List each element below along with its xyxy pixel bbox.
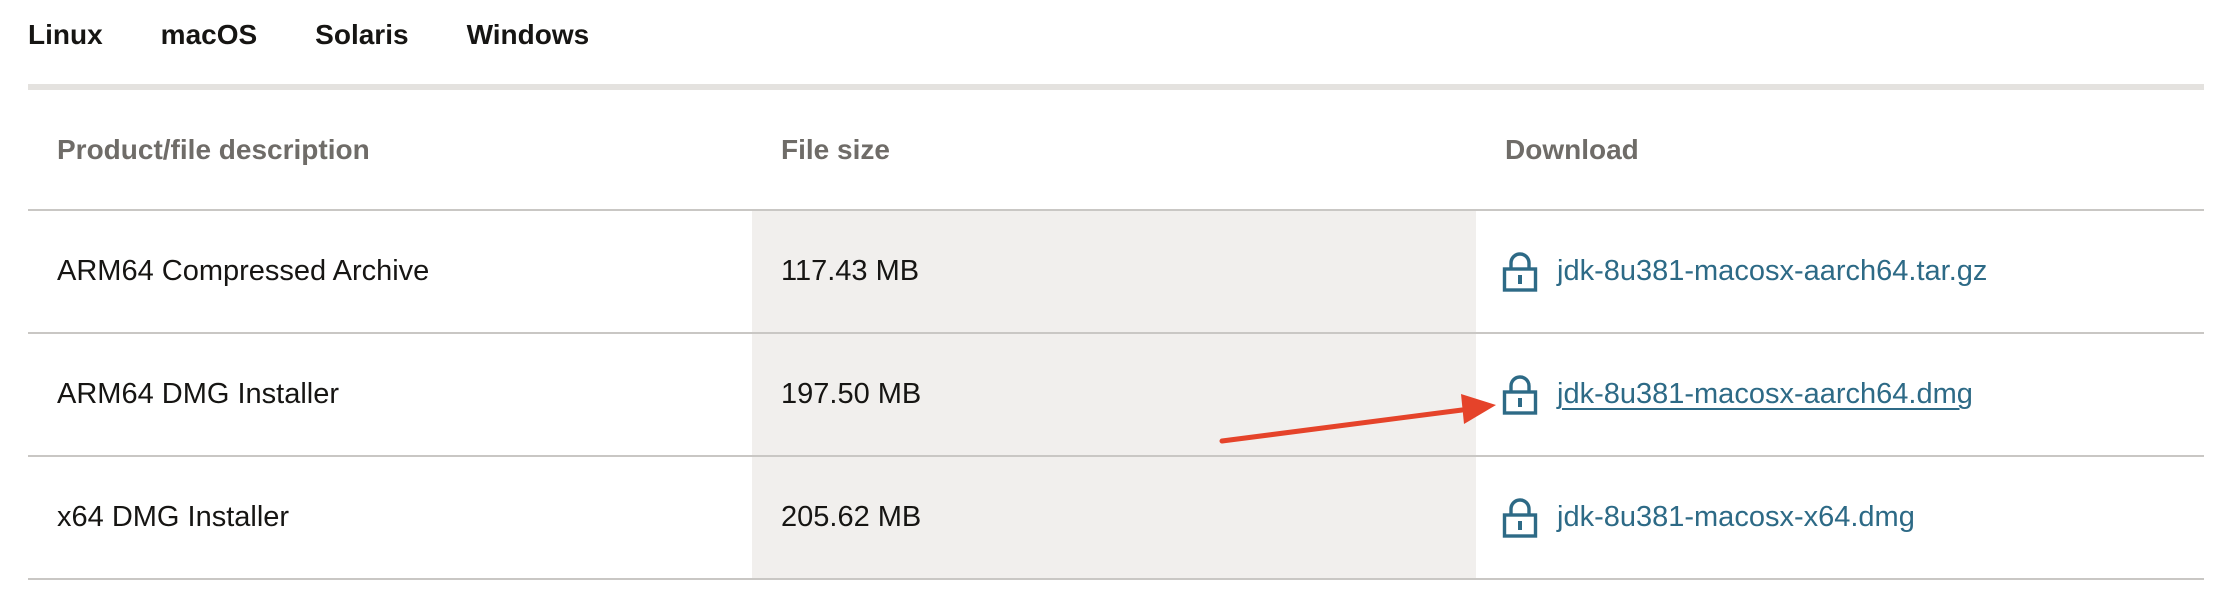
download-cell: jdk-8u381-macosx-aarch64.dmg bbox=[1476, 334, 2204, 455]
download-filename: jdk-8u381-macosx-aarch64.tar.gz bbox=[1557, 255, 1988, 287]
column-header-description: Product/file description bbox=[57, 133, 370, 165]
file-description: ARM64 Compressed Archive bbox=[57, 255, 430, 287]
tab-solaris[interactable]: Solaris bbox=[315, 0, 408, 84]
download-filename: jdk-8u381-macosx-x64.dmg bbox=[1557, 501, 1915, 533]
tab-windows[interactable]: Windows bbox=[467, 0, 590, 84]
download-cell: jdk-8u381-macosx-aarch64.tar.gz bbox=[1476, 211, 2204, 332]
table-row: x64 DMG Installer 205.62 MB jdk-8u381-ma… bbox=[28, 457, 2204, 580]
table-row: ARM64 Compressed Archive 117.43 MB jdk-8… bbox=[28, 211, 2204, 334]
tab-macos[interactable]: macOS bbox=[160, 0, 257, 90]
column-header-download: Download bbox=[1505, 133, 1639, 165]
download-link[interactable]: jdk-8u381-macosx-aarch64.dmg bbox=[1498, 374, 1973, 415]
lock-icon bbox=[1502, 251, 1538, 292]
file-size: 117.43 MB bbox=[781, 255, 920, 287]
download-link[interactable]: jdk-8u381-macosx-aarch64.tar.gz bbox=[1498, 251, 1988, 292]
downloads-table: Product/file description File size Downl… bbox=[28, 90, 2204, 580]
file-size: 205.62 MB bbox=[781, 501, 922, 533]
table-row: ARM64 DMG Installer 197.50 MB jdk-8u381-… bbox=[28, 334, 2204, 457]
lock-icon bbox=[1502, 497, 1538, 538]
table-header: Product/file description File size Downl… bbox=[28, 90, 2204, 211]
download-filename: jdk-8u381-macosx-aarch64.dmg bbox=[1557, 378, 1973, 410]
file-description: x64 DMG Installer bbox=[57, 501, 290, 533]
file-description: ARM64 DMG Installer bbox=[57, 378, 340, 410]
file-size: 197.50 MB bbox=[781, 378, 922, 410]
download-cell: jdk-8u381-macosx-x64.dmg bbox=[1476, 457, 2204, 578]
tab-strip: Linux macOS Solaris Windows bbox=[28, 0, 647, 90]
lock-icon bbox=[1502, 374, 1538, 415]
column-header-file-size: File size bbox=[781, 133, 890, 165]
os-tabs: Linux macOS Solaris Windows bbox=[28, 0, 2204, 90]
tab-linux[interactable]: Linux bbox=[28, 0, 103, 84]
download-link[interactable]: jdk-8u381-macosx-x64.dmg bbox=[1498, 497, 1915, 538]
